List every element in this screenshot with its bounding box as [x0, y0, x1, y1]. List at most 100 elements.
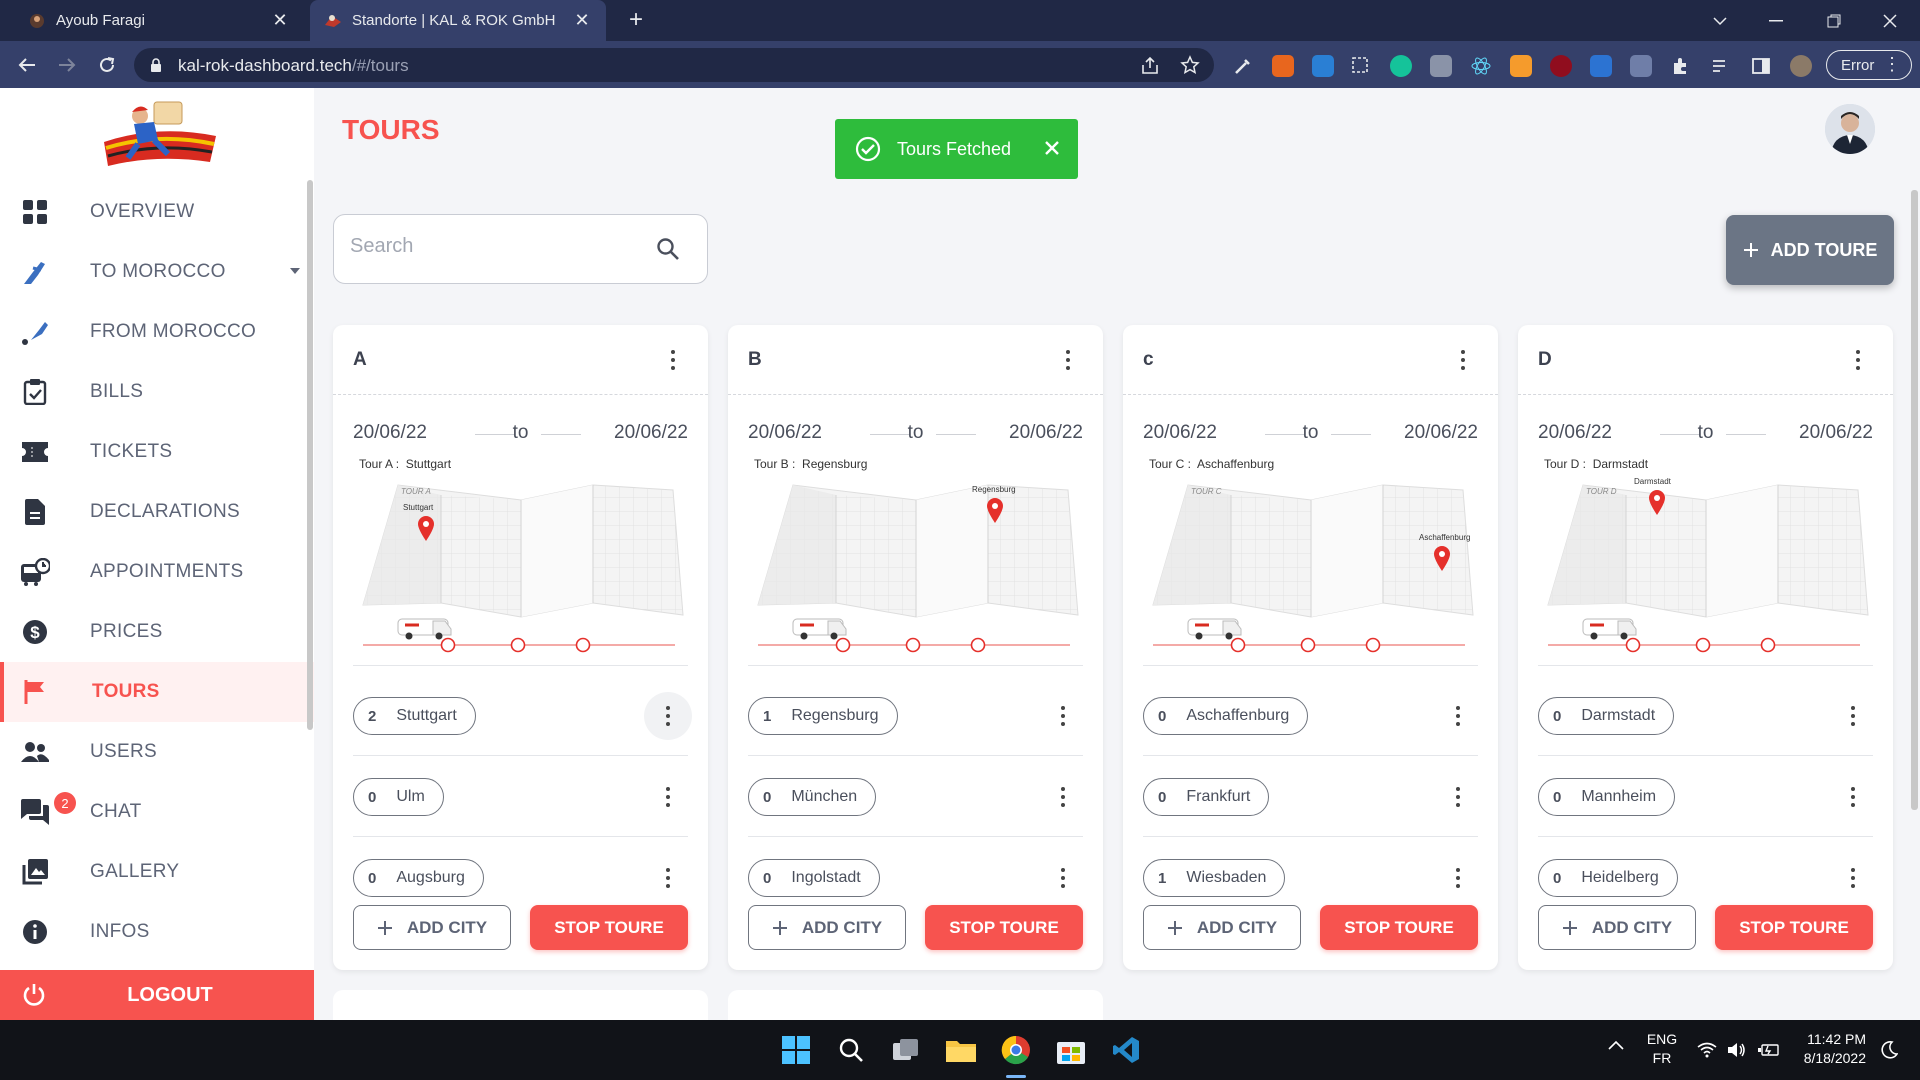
browser-menu-icon[interactable]: ⋮: [1883, 54, 1901, 75]
window-close-icon[interactable]: [1862, 0, 1918, 41]
city-chip[interactable]: 0 Aschaffenburg: [1143, 697, 1309, 735]
tour-menu-icon[interactable]: [1053, 345, 1083, 375]
city-menu-icon[interactable]: [1048, 863, 1078, 893]
logout-button[interactable]: LOGOUT: [0, 970, 314, 1020]
stop-toure-button[interactable]: STOP TOURE: [925, 905, 1083, 950]
search-input[interactable]: [350, 235, 630, 258]
screen-extension-icon[interactable]: [1590, 55, 1612, 77]
sidebar-item-chat[interactable]: 2 CHAT: [0, 782, 314, 842]
chrome-icon[interactable]: [997, 1031, 1035, 1069]
lock-icon[interactable]: [150, 58, 162, 73]
city-chip[interactable]: 0 Ulm: [353, 778, 444, 816]
city-menu-icon[interactable]: [1443, 701, 1473, 731]
bookmark-star-icon[interactable]: [1180, 55, 1200, 75]
tab-close-icon[interactable]: ✕: [572, 10, 592, 31]
add-city-button[interactable]: ADD CITY: [748, 905, 906, 950]
shield-extension-icon[interactable]: [1630, 55, 1652, 77]
main-scrollbar[interactable]: [1911, 190, 1918, 810]
add-city-button[interactable]: ADD CITY: [1538, 905, 1696, 950]
tab-close-icon[interactable]: ✕: [270, 10, 290, 31]
caret-down-icon[interactable]: [290, 268, 300, 274]
minimize-icon[interactable]: [1748, 0, 1804, 41]
city-menu-icon[interactable]: [653, 863, 683, 893]
file-explorer-icon[interactable]: [942, 1031, 980, 1069]
url-text[interactable]: kal-rok-dashboard.tech/#/tours: [178, 56, 409, 76]
city-menu-icon[interactable]: [1838, 782, 1868, 812]
sidebar-item-users[interactable]: USERS: [0, 722, 314, 782]
stop-toure-button[interactable]: STOP TOURE: [1715, 905, 1873, 950]
browser-tab-ayoub[interactable]: Ayoub Faragi ✕: [14, 0, 304, 41]
sidebar-scrollbar[interactable]: [307, 180, 313, 730]
reload-icon[interactable]: [92, 50, 122, 80]
city-menu-icon[interactable]: [644, 692, 692, 740]
tour-menu-icon[interactable]: [1448, 345, 1478, 375]
reading-list-icon[interactable]: [1710, 55, 1732, 77]
sidebar-item-gallery[interactable]: GALLERY: [0, 842, 314, 902]
search-box[interactable]: [333, 214, 708, 284]
city-chip[interactable]: 0 Frankfurt: [1143, 778, 1270, 816]
add-city-button[interactable]: ADD CITY: [1143, 905, 1301, 950]
city-chip[interactable]: 1 Wiesbaden: [1143, 859, 1286, 897]
city-menu-icon[interactable]: [1048, 701, 1078, 731]
city-chip[interactable]: 1 Regensburg: [748, 697, 898, 735]
city-chip[interactable]: 2 Stuttgart: [353, 697, 476, 735]
city-menu-icon[interactable]: [1443, 863, 1473, 893]
city-menu-icon[interactable]: [1048, 782, 1078, 812]
sidebar-item-overview[interactable]: OVERVIEW: [0, 182, 314, 242]
profile-avatar-icon[interactable]: [1790, 55, 1812, 77]
forward-arrow-icon[interactable]: [52, 50, 82, 80]
profile-error-button[interactable]: Error ⋮: [1826, 50, 1912, 80]
city-chip[interactable]: 0 Heidelberg: [1538, 859, 1678, 897]
city-chip[interactable]: 0 Augsburg: [353, 859, 484, 897]
stop-toure-button[interactable]: STOP TOURE: [1320, 905, 1478, 950]
notification-moon-icon[interactable]: [1880, 1040, 1898, 1060]
windows-start-icon[interactable]: [777, 1031, 815, 1069]
react-devtools-extension-icon[interactable]: [1470, 55, 1492, 77]
sidebar-item-prices[interactable]: $ PRICES: [0, 602, 314, 662]
puzzle-extensions-icon[interactable]: [1670, 55, 1692, 77]
eyedropper-extension-icon[interactable]: [1232, 55, 1254, 77]
microsoft-store-icon[interactable]: [1052, 1031, 1090, 1069]
sidebar-item-tours[interactable]: TOURS: [0, 662, 314, 722]
add-city-button[interactable]: ADD CITY: [353, 905, 511, 950]
add-toure-button[interactable]: ADD TOURE: [1726, 215, 1894, 285]
ublock-extension-icon[interactable]: [1550, 55, 1572, 77]
user-avatar[interactable]: [1825, 104, 1875, 154]
sidebar-item-from-morocco[interactable]: FROM MOROCCO: [0, 302, 314, 362]
tray-chevron-icon[interactable]: [1608, 1040, 1624, 1050]
grammarly-extension-icon[interactable]: [1390, 55, 1412, 77]
sidebar-item-declarations[interactable]: DECLARATIONS: [0, 482, 314, 542]
sidebar-item-infos[interactable]: INFOS: [0, 902, 314, 962]
tour-menu-icon[interactable]: [658, 345, 688, 375]
city-chip[interactable]: 0 Mannheim: [1538, 778, 1676, 816]
q-extension-icon[interactable]: [1510, 55, 1532, 77]
toast-close-icon[interactable]: [1044, 140, 1060, 156]
back-arrow-icon[interactable]: [12, 50, 42, 80]
volume-icon[interactable]: [1726, 1041, 1746, 1059]
city-menu-icon[interactable]: [1838, 701, 1868, 731]
city-menu-icon[interactable]: [1838, 863, 1868, 893]
off-extension-icon[interactable]: [1272, 55, 1294, 77]
layout-extension-icon[interactable]: [1312, 55, 1334, 77]
tab-search-chevron-icon[interactable]: [1692, 0, 1748, 41]
sidebar-item-to-morocco[interactable]: TO MOROCCO: [0, 242, 314, 302]
tour-menu-icon[interactable]: [1843, 345, 1873, 375]
share-icon[interactable]: [1140, 56, 1160, 76]
city-menu-icon[interactable]: [1443, 782, 1473, 812]
restore-icon[interactable]: [1806, 0, 1862, 41]
camera-extension-icon[interactable]: [1430, 55, 1452, 77]
taskbar-search-icon[interactable]: [832, 1031, 870, 1069]
search-icon[interactable]: [656, 237, 680, 261]
city-chip[interactable]: 0 Darmstadt: [1538, 697, 1675, 735]
task-view-icon[interactable]: [887, 1031, 925, 1069]
side-panel-icon[interactable]: [1750, 55, 1772, 77]
clock[interactable]: 11:42 PM 8/18/2022: [1790, 1030, 1866, 1068]
city-chip[interactable]: 0 Ingolstadt: [748, 859, 880, 897]
sidebar-item-tickets[interactable]: TICKETS: [0, 422, 314, 482]
battery-icon[interactable]: [1758, 1042, 1780, 1058]
wifi-icon[interactable]: [1697, 1042, 1717, 1058]
sidebar-item-bills[interactable]: BILLS: [0, 362, 314, 422]
new-tab-plus-icon[interactable]: +: [622, 6, 650, 34]
city-chip[interactable]: 0 München: [748, 778, 877, 816]
vscode-icon[interactable]: [1107, 1031, 1145, 1069]
